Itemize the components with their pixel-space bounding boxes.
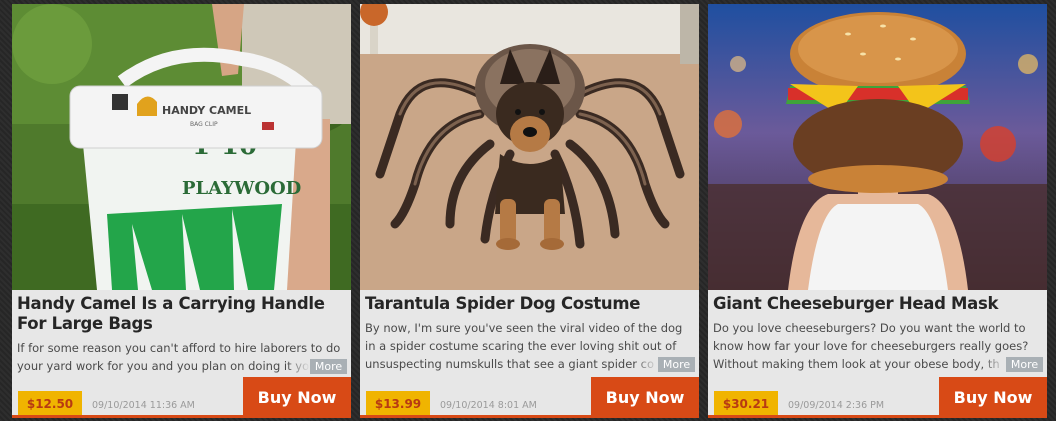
price-badge: $13.99 — [366, 391, 430, 417]
product-image-handy-camel[interactable]: 1-10 PLAYWOOD HANDY CAMEL BAG CLIP — [12, 4, 351, 290]
product-card-cheeseburger-mask[interactable]: Giant Cheeseburger Head Mask Do you love… — [708, 4, 1047, 418]
more-button[interactable]: More — [658, 357, 695, 372]
post-date: 09/10/2014 8:01 AM — [440, 400, 537, 411]
handle-brand-subtext: BAG CLIP — [190, 121, 218, 128]
product-title[interactable]: Tarantula Spider Dog Costume — [365, 294, 695, 314]
product-card-handy-camel[interactable]: 1-10 PLAYWOOD HANDY CAMEL BAG CLIP Handy… — [12, 4, 351, 418]
more-button[interactable]: More — [1006, 357, 1043, 372]
post-date: 09/09/2014 2:36 PM — [788, 400, 885, 411]
buy-now-button[interactable]: Buy Now — [591, 377, 699, 418]
card-bottom-accent — [12, 415, 351, 418]
more-button[interactable]: More — [310, 359, 347, 374]
flag-icon — [262, 122, 274, 130]
price-badge: $12.50 — [18, 391, 82, 417]
card-bottom-accent — [360, 415, 699, 418]
product-card-spider-dog[interactable]: Tarantula Spider Dog Costume By now, I'm… — [360, 4, 699, 418]
description-fade — [634, 355, 658, 373]
post-date: 09/10/2014 11:36 AM — [92, 400, 195, 411]
card-bottom-accent — [708, 415, 1047, 418]
buy-now-button[interactable]: Buy Now — [939, 377, 1047, 418]
buy-now-button[interactable]: Buy Now — [243, 377, 351, 418]
price-badge: $30.21 — [714, 391, 778, 417]
product-title[interactable]: Handy Camel Is a Carrying Handle For Lar… — [17, 294, 347, 334]
description-fade — [286, 357, 310, 375]
product-image-spider-dog[interactable] — [360, 4, 699, 290]
handle-brand-text: HANDY CAMEL — [162, 104, 251, 117]
product-title[interactable]: Giant Cheeseburger Head Mask — [713, 294, 1043, 314]
bag-print-word: PLAYWOOD — [182, 178, 301, 199]
product-image-cheeseburger-mask[interactable] — [708, 4, 1047, 290]
description-fade — [982, 355, 1006, 373]
